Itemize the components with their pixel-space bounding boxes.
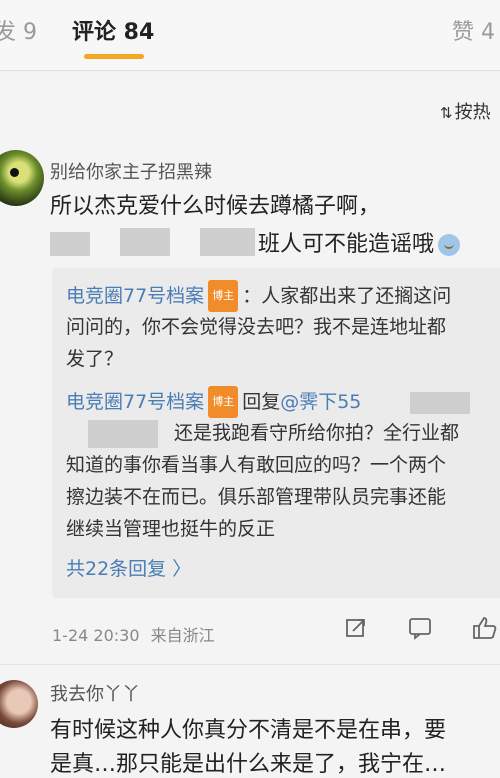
reply-text-cont: 发了？ (66, 348, 124, 370)
reply-text: ：人家都出来了还搁这问 (242, 285, 452, 307)
divider (0, 70, 500, 71)
reply-text-cont: 知道的事你看当事人有敢回应的吗？一个两个 (66, 454, 447, 476)
tab-likes[interactable]: 赞 4 (452, 14, 495, 46)
comment-meta: 1-24 20:30 来自浙江 (52, 622, 215, 646)
tab-comments[interactable]: 评论 84 (72, 14, 154, 46)
comment-text: 所以杰克爱什么时候去蹲橘子啊， (50, 194, 381, 219)
sort-icon: ⇅ (440, 104, 453, 122)
avatar[interactable] (0, 150, 44, 206)
censor-block (200, 228, 255, 256)
sort-button[interactable]: ⇅ 按热 (440, 98, 491, 124)
reply-2: 电竞圈77号档案 博主 回复@霁下55 (66, 386, 361, 418)
author-badge: 博主 (208, 386, 239, 418)
reply-text-cont: 擦边装不在而已。俱乐部管理带队员完事还能 (66, 486, 447, 508)
comment-text-line2: 班人可不能造谣哦 (50, 226, 490, 260)
avatar-eye (10, 168, 19, 177)
comment-text: 有时候这种人你真分不清是不是在串，要 (50, 718, 447, 743)
comment-text: 是真…那只能是出什么来是了，我宁在… (50, 752, 447, 777)
reply-text-cont: 问问的，你不会觉得没去吧？我不是连地址都 (66, 316, 447, 338)
censor-block (410, 392, 470, 414)
comment-text-tail: 班人可不能造谣哦 (258, 232, 435, 257)
sort-label: 按热 (454, 102, 491, 123)
share-icon[interactable] (344, 616, 368, 646)
reply-prefix: 回复 (242, 391, 281, 413)
censor-block (88, 420, 158, 448)
comment-time: 1-24 20:30 (52, 626, 140, 645)
more-replies-link[interactable]: 共22条回复 〉 (66, 554, 191, 581)
reply-author[interactable]: 电竞圈77号档案 (66, 391, 204, 413)
mention-link[interactable]: @霁下55 (280, 391, 361, 413)
comment-icon[interactable] (408, 616, 432, 646)
avatar[interactable] (0, 680, 38, 728)
laugh-emoji-icon (438, 234, 461, 256)
reply-1: 电竞圈77号档案 博主 ：人家都出来了还搁这问 (66, 280, 451, 312)
tab-reposts[interactable]: 发 9 (0, 14, 37, 46)
censor-block (120, 228, 170, 256)
comment-author[interactable]: 别给你家主子招黑辣 (50, 158, 212, 184)
divider (0, 664, 500, 665)
reply-text-cont: 还是我跑看守所给你拍？全行业都 (174, 422, 460, 444)
author-badge: 博主 (208, 280, 239, 312)
reply-text-cont: 继续当管理也挺牛的反正 (66, 518, 276, 540)
reply-author[interactable]: 电竞圈77号档案 (66, 285, 204, 307)
reply-panel[interactable]: 电竞圈77号档案 博主 ：人家都出来了还搁这问 问问的，你不会觉得没去吧？我不是连地… (52, 268, 500, 598)
active-tab-indicator (84, 54, 144, 59)
censor-block (50, 232, 90, 256)
comment-author[interactable]: 我去你丫丫 (50, 680, 140, 706)
like-icon[interactable] (472, 616, 498, 646)
comment-location: 来自浙江 (150, 626, 215, 645)
